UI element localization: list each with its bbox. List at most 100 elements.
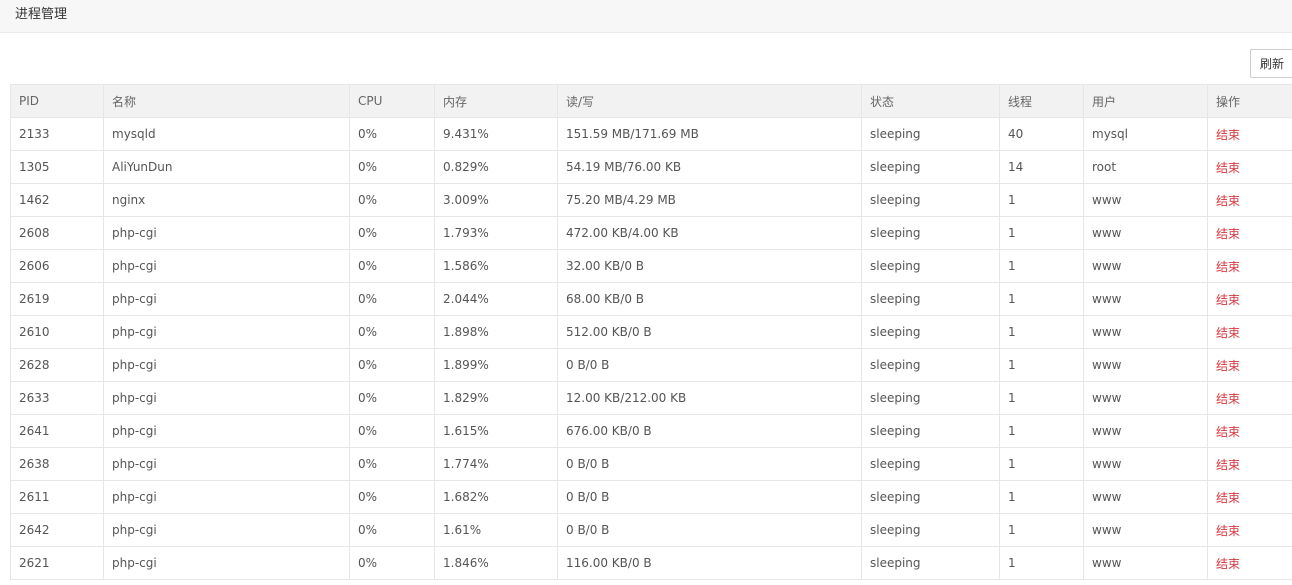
cell-name: php-cgi xyxy=(103,249,350,283)
column-header-action: 操作 xyxy=(1207,84,1292,118)
cell-cpu: 0% xyxy=(349,315,435,349)
cell-pid: 2133 xyxy=(10,117,104,151)
cell-action: 结束 xyxy=(1207,414,1292,448)
cell-io: 12.00 KB/212.00 KB xyxy=(557,381,862,415)
cell-memory: 0.829% xyxy=(434,150,558,184)
table-row: 2610 php-cgi 0% 1.898% 512.00 KB/0 Bsleeping… xyxy=(10,315,1292,349)
cell-user: www xyxy=(1083,414,1208,448)
cell-io: 512.00 KB/0 B xyxy=(557,315,862,349)
cell-threads: 1 xyxy=(999,513,1084,547)
table-row: 2641 php-cgi 0% 1.615% 676.00 KB/0 Bsleeping… xyxy=(10,414,1292,448)
end-process-link[interactable]: 结束 xyxy=(1216,557,1240,571)
end-process-link[interactable]: 结束 xyxy=(1216,392,1240,406)
table-row: 2608 php-cgi 0% 1.793% 472.00 KB/4.00 KB slee… xyxy=(10,216,1292,250)
cell-io: 0 B/0 B xyxy=(557,513,862,547)
end-process-link[interactable]: 结束 xyxy=(1216,128,1240,142)
cell-pid: 2611 xyxy=(10,480,104,514)
column-header-cpu[interactable]: CPU xyxy=(349,84,435,118)
end-process-link[interactable]: 结束 xyxy=(1216,194,1240,208)
cell-name: php-cgi xyxy=(103,315,350,349)
cell-pid: 2610 xyxy=(10,315,104,349)
end-process-link[interactable]: 结束 xyxy=(1216,161,1240,175)
table-row: 2638 php-cgi 0% 1.774% 0 B/0 Bsleeping 1 www 结束 xyxy=(10,447,1292,481)
end-process-link[interactable]: 结束 xyxy=(1216,260,1240,274)
cell-memory: 1.793% xyxy=(434,216,558,250)
cell-threads: 1 xyxy=(999,315,1084,349)
column-header-memory[interactable]: 内存 xyxy=(434,84,558,118)
cell-state: sleeping xyxy=(861,480,1000,514)
cell-memory: 1.898% xyxy=(434,315,558,349)
table-row: 2611 php-cgi 0% 1.682% 0 B/0 Bsleeping 1 www 结束 xyxy=(10,480,1292,514)
cell-io: 151.59 MB/171.69 MB xyxy=(557,117,862,151)
cell-io: 676.00 KB/0 B xyxy=(557,414,862,448)
cell-cpu: 0% xyxy=(349,414,435,448)
cell-action: 结束 xyxy=(1207,513,1292,547)
cell-user: www xyxy=(1083,315,1208,349)
cell-memory: 1.586% xyxy=(434,249,558,283)
end-process-link[interactable]: 结束 xyxy=(1216,458,1240,472)
table-row: 2619 php-cgi 0% 2.044% 68.00 KB/0 Bsleeping 1… xyxy=(10,282,1292,316)
column-header-name[interactable]: 名称 xyxy=(103,84,350,118)
cell-cpu: 0% xyxy=(349,513,435,547)
refresh-button[interactable]: 刷新 xyxy=(1250,49,1292,78)
cell-memory: 9.431% xyxy=(434,117,558,151)
column-header-user[interactable]: 用户 xyxy=(1083,84,1208,118)
table-row: 2628 php-cgi 0% 1.899% 0 B/0 Bsleeping 1 www 结束 xyxy=(10,348,1292,382)
cell-memory: 1.682% xyxy=(434,480,558,514)
table-row: 2633 php-cgi 0% 1.829% 12.00 KB/212.00 KB sle… xyxy=(10,381,1292,415)
cell-action: 结束 xyxy=(1207,282,1292,316)
cell-io: 472.00 KB/4.00 KB xyxy=(557,216,862,250)
cell-cpu: 0% xyxy=(349,216,435,250)
cell-memory: 1.899% xyxy=(434,348,558,382)
end-process-link[interactable]: 结束 xyxy=(1216,425,1240,439)
cell-state: sleeping xyxy=(861,249,1000,283)
table-row: 2133 mysqld 0% 9.431% 151.59 MB/171.69 MB sle… xyxy=(10,117,1292,151)
cell-state: sleeping xyxy=(861,513,1000,547)
column-header-pid[interactable]: PID xyxy=(10,84,104,118)
cell-pid: 2633 xyxy=(10,381,104,415)
cell-pid: 1305 xyxy=(10,150,104,184)
cell-name: php-cgi xyxy=(103,447,350,481)
column-header-io[interactable]: 读/写 xyxy=(557,84,862,118)
cell-pid: 2641 xyxy=(10,414,104,448)
column-header-threads[interactable]: 线程 xyxy=(999,84,1084,118)
cell-state: sleeping xyxy=(861,183,1000,217)
end-process-link[interactable]: 结束 xyxy=(1216,491,1240,505)
cell-action: 结束 xyxy=(1207,546,1292,580)
cell-state: sleeping xyxy=(861,216,1000,250)
cell-name: php-cgi xyxy=(103,480,350,514)
end-process-link[interactable]: 结束 xyxy=(1216,359,1240,373)
cell-threads: 40 xyxy=(999,117,1084,151)
cell-action: 结束 xyxy=(1207,249,1292,283)
end-process-link[interactable]: 结束 xyxy=(1216,524,1240,538)
process-table: PID 名称 CPU 内存 读/写 状态 线程 用户 操作 2133 mysqld… xyxy=(10,84,1292,580)
column-header-state[interactable]: 状态 xyxy=(861,84,1000,118)
cell-user: mysql xyxy=(1083,117,1208,151)
cell-io: 0 B/0 B xyxy=(557,447,862,481)
cell-name: AliYunDun xyxy=(103,150,350,184)
cell-user: www xyxy=(1083,513,1208,547)
cell-state: sleeping xyxy=(861,150,1000,184)
cell-user: www xyxy=(1083,447,1208,481)
cell-cpu: 0% xyxy=(349,381,435,415)
cell-name: php-cgi xyxy=(103,546,350,580)
cell-state: sleeping xyxy=(861,546,1000,580)
cell-threads: 1 xyxy=(999,414,1084,448)
cell-name: php-cgi xyxy=(103,381,350,415)
cell-io: 116.00 KB/0 B xyxy=(557,546,862,580)
cell-io: 32.00 KB/0 B xyxy=(557,249,862,283)
cell-cpu: 0% xyxy=(349,249,435,283)
end-process-link[interactable]: 结束 xyxy=(1216,227,1240,241)
cell-memory: 3.009% xyxy=(434,183,558,217)
cell-state: sleeping xyxy=(861,348,1000,382)
end-process-link[interactable]: 结束 xyxy=(1216,293,1240,307)
cell-action: 结束 xyxy=(1207,480,1292,514)
cell-user: www xyxy=(1083,348,1208,382)
cell-cpu: 0% xyxy=(349,447,435,481)
cell-user: www xyxy=(1083,249,1208,283)
end-process-link[interactable]: 结束 xyxy=(1216,326,1240,340)
table-row: 1305 AliYunDun 0% 0.829% 54.19 MB/76.00 KB sl… xyxy=(10,150,1292,184)
cell-threads: 1 xyxy=(999,480,1084,514)
cell-threads: 1 xyxy=(999,216,1084,250)
cell-name: php-cgi xyxy=(103,348,350,382)
